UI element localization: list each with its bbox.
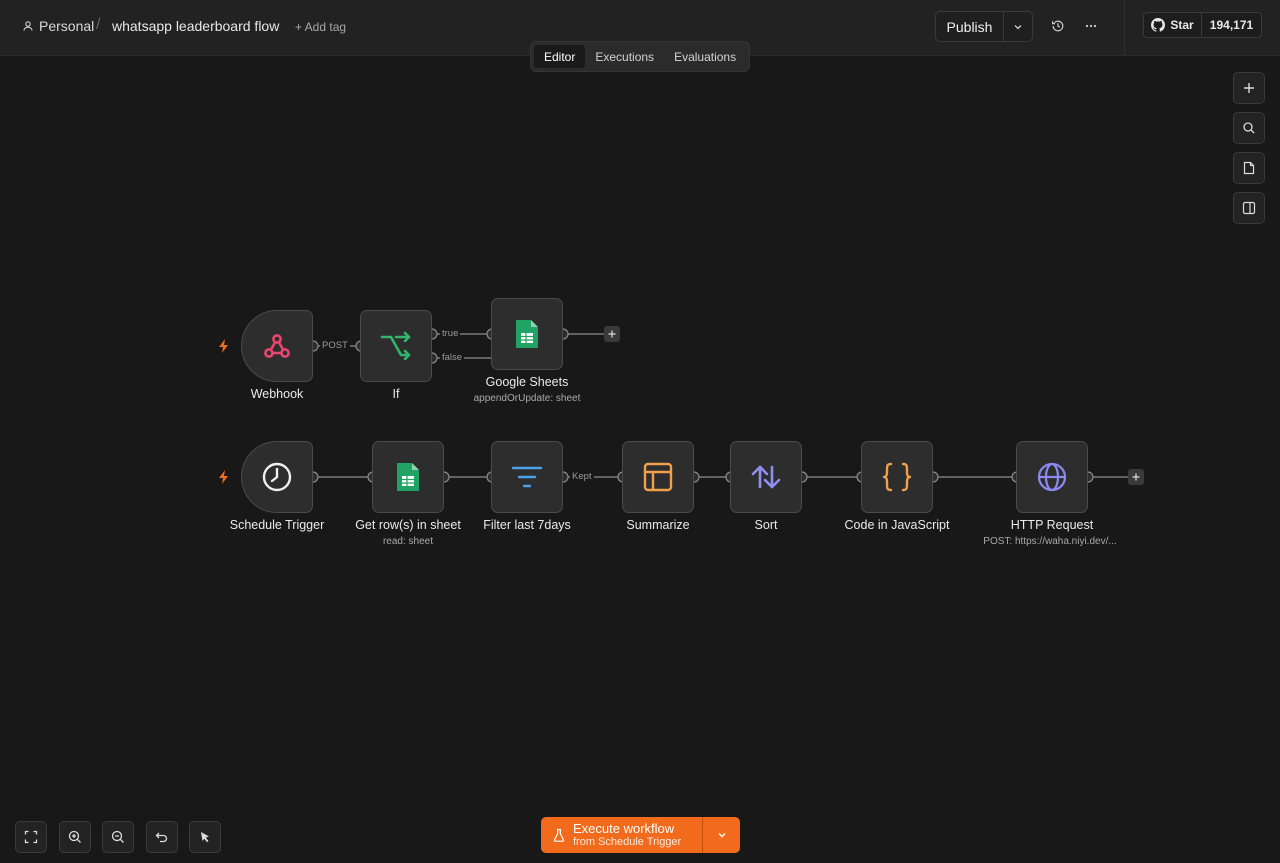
node-sub-http-request: POST: https://waha.niyi.dev/...	[983, 536, 1117, 547]
node-sub-google-sheets: appendOrUpdate: sheet	[473, 393, 581, 404]
undo-icon	[155, 832, 168, 843]
workflow-connections	[307, 328, 1128, 483]
zoom-in-icon	[68, 830, 81, 843]
filter-icon	[511, 466, 543, 488]
execute-workflow-label: Execute workflow	[573, 820, 675, 836]
globe-icon	[1037, 462, 1067, 492]
node-label-code: Code in JavaScript	[844, 518, 950, 532]
if-branch-icon	[380, 331, 411, 361]
node-filter[interactable]	[491, 441, 563, 513]
plus-icon	[608, 330, 616, 338]
node-webhook[interactable]	[241, 310, 313, 382]
chevron-down-icon	[718, 833, 725, 838]
node-sort[interactable]	[730, 441, 802, 513]
node-summarize[interactable]	[622, 441, 694, 513]
tidy-up-button[interactable]	[189, 821, 221, 853]
edge-label-true: true	[440, 328, 461, 339]
execute-workflow-sub: from Schedule Trigger	[573, 835, 682, 848]
node-label-google-sheets: Google Sheets	[485, 375, 569, 389]
node-if[interactable]	[360, 310, 432, 382]
trigger-bolt-icon	[219, 339, 228, 353]
node-http-request[interactable]	[1016, 441, 1088, 513]
edge-label-post: POST	[320, 340, 350, 351]
node-get-rows[interactable]	[372, 441, 444, 513]
zoom-in-button[interactable]	[59, 821, 91, 853]
undo-button[interactable]	[146, 821, 178, 853]
zoom-out-button[interactable]	[102, 821, 134, 853]
node-schedule-trigger[interactable]	[241, 441, 313, 513]
zoom-out-icon	[111, 830, 124, 843]
add-next-node-button[interactable]	[604, 326, 620, 342]
webhook-icon	[264, 334, 290, 358]
edge-label-false: false	[440, 352, 465, 363]
fit-view-button[interactable]	[15, 821, 47, 853]
edge-label-kept: Kept	[570, 471, 594, 482]
node-label-http-request: HTTP Request	[1010, 518, 1094, 532]
execute-workflow-button[interactable]: Execute workflow from Schedule Trigger	[541, 817, 703, 853]
google-sheets-icon	[516, 320, 538, 348]
fit-view-icon	[24, 830, 38, 844]
plus-icon	[1132, 473, 1140, 481]
google-sheets-icon	[397, 463, 419, 491]
code-braces-icon	[882, 462, 912, 492]
add-next-node-button[interactable]	[1128, 469, 1144, 485]
trigger-bolt-icon	[219, 470, 228, 484]
flask-icon	[553, 828, 565, 842]
summarize-icon	[643, 462, 673, 492]
execute-options-button[interactable]	[703, 817, 740, 853]
node-sub-get-rows: read: sheet	[382, 536, 434, 547]
sort-icon	[751, 465, 781, 489]
execute-workflow-group: Execute workflow from Schedule Trigger	[541, 817, 740, 853]
node-code[interactable]	[861, 441, 933, 513]
node-google-sheets[interactable]	[491, 298, 563, 370]
clock-icon	[262, 462, 292, 492]
magic-wand-icon	[201, 832, 209, 843]
